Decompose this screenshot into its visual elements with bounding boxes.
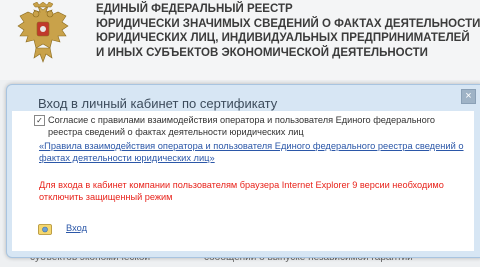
- enter-link[interactable]: Вход: [66, 223, 87, 233]
- certificate-icon: [38, 224, 52, 235]
- coat-of-arms-icon: [17, 2, 69, 63]
- dialog-title: Вход в личный кабинет по сертификату: [38, 96, 278, 111]
- rules-link[interactable]: «Правила взаимодействия оператора и поль…: [39, 140, 469, 164]
- registry-title-line-2: ЮРИДИЧЕСКИ ЗНАЧИМЫХ СВЕДЕНИЙ О ФАКТАХ ДЕ…: [96, 17, 480, 30]
- registry-header: ЕДИНЫЙ ФЕДЕРАЛЬНЫЙ РЕЕСТР ЮРИДИЧЕСКИ ЗНА…: [0, 0, 480, 80]
- registry-title-line-4: И ИНЫХ СУБЪЕКТОВ ЭКОНОМИЧЕСКОЙ ДЕЯТЕЛЬНО…: [96, 46, 428, 59]
- consent-label: Согласие с правилами взаимодействия опер…: [48, 115, 435, 137]
- registry-title-line-1: ЕДИНЫЙ ФЕДЕРАЛЬНЫЙ РЕЕСТР: [96, 3, 293, 15]
- ie-warning-text: Для входа в кабинет компании пользовател…: [39, 180, 444, 202]
- consent-checkbox[interactable]: ✓: [34, 115, 45, 126]
- registry-title: ЕДИНЫЙ ФЕДЕРАЛЬНЫЙ РЕЕСТР ЮРИДИЧЕСКИ ЗНА…: [96, 2, 480, 60]
- registry-title-line-3: ЮРИДИЧЕСКИХ ЛИЦ, ИНДИВИДУАЛЬНЫХ ПРЕДПРИН…: [96, 32, 470, 44]
- dialog-body: ✓ Согласие с правилами взаимодействия оп…: [12, 111, 474, 251]
- close-button[interactable]: ×: [461, 89, 476, 104]
- certificate-login-dialog: Вход в личный кабинет по сертификату × ✓…: [6, 84, 480, 258]
